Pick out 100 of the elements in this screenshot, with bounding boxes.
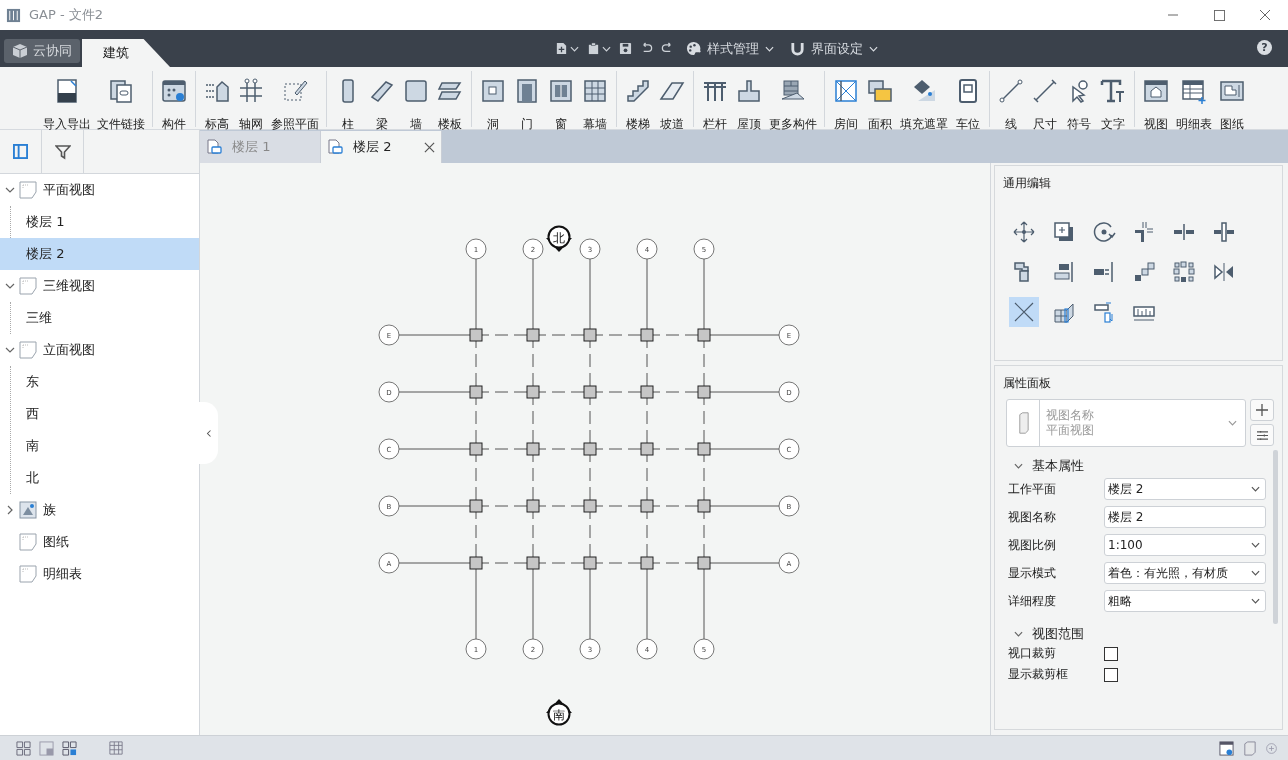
- ribbon-tab[interactable]: 建筑: [82, 39, 170, 67]
- new-file-icon[interactable]: [555, 42, 568, 55]
- close-icon[interactable]: [424, 141, 435, 153]
- view-tab[interactable]: 楼层 2: [321, 131, 442, 163]
- column-marker: [640, 442, 654, 456]
- add-button[interactable]: [1250, 399, 1274, 421]
- table-icon: [1180, 77, 1208, 105]
- chevron-down-icon[interactable]: [5, 345, 15, 355]
- close-icon: [1259, 9, 1271, 21]
- window-icon: [547, 77, 575, 105]
- circular-array-icon: [1172, 260, 1196, 284]
- tile-view-icon[interactable]: [62, 740, 77, 756]
- column-marker: [583, 556, 597, 570]
- property-label: 视图名称: [1008, 508, 1057, 526]
- redo-icon[interactable]: [661, 42, 674, 55]
- tree-item[interactable]: 族: [0, 494, 199, 526]
- caret-icon: [1251, 542, 1260, 548]
- menu-dropdown[interactable]: 样式管理: [680, 39, 780, 58]
- view-page-icon: [19, 341, 37, 359]
- save-icon[interactable]: [619, 42, 632, 55]
- section-header[interactable]: 基本属性: [995, 447, 1282, 475]
- column-marker: [640, 328, 654, 342]
- clipboard-icon[interactable]: [587, 42, 600, 55]
- property-label: 显示裁剪框: [1008, 666, 1069, 683]
- column-marker: [526, 499, 540, 513]
- dropdown-field[interactable]: 粗略: [1104, 590, 1266, 612]
- column-marker: [640, 385, 654, 399]
- dropdown-field[interactable]: 楼层 2: [1104, 478, 1266, 500]
- maximize-icon: [1213, 9, 1225, 21]
- column-marker: [526, 556, 540, 570]
- caret-icon: [570, 45, 579, 52]
- split-gap-icon: [1212, 220, 1236, 244]
- view-page-icon: [19, 277, 37, 295]
- stair-icon: [624, 77, 652, 105]
- column-marker: [697, 328, 711, 342]
- diagonal-array-icon: [1132, 260, 1156, 284]
- view-settings-icon[interactable]: [1219, 740, 1234, 756]
- dropdown-field[interactable]: 1:100: [1104, 534, 1266, 556]
- column-marker: [583, 328, 597, 342]
- edit-tool-button[interactable]: [1009, 297, 1039, 327]
- caret-icon: [1251, 598, 1260, 604]
- tree-item[interactable]: 三维视图: [0, 270, 199, 302]
- panel-title: 属性面板: [1002, 375, 1052, 392]
- column-icon: [1016, 411, 1030, 435]
- grid-view-icon[interactable]: [16, 740, 31, 756]
- menu-dropdown[interactable]: 界面设定: [784, 39, 884, 58]
- settings-button[interactable]: [1250, 424, 1274, 446]
- column-marker: [697, 385, 711, 399]
- column-marker: [469, 442, 483, 456]
- scrollbar[interactable]: [1273, 450, 1278, 624]
- type-value: 平面视图: [1046, 423, 1095, 438]
- property-label: 显示模式: [1008, 564, 1057, 582]
- tree-item[interactable]: 明细表: [0, 558, 199, 590]
- type-label: 视图名称: [1046, 408, 1095, 423]
- tree-item[interactable]: 西: [0, 398, 199, 430]
- text-field[interactable]: 楼层 2: [1104, 506, 1266, 528]
- plan-view-icon: [206, 139, 222, 155]
- tree-item[interactable]: 东: [0, 366, 199, 398]
- panel-title: 通用编辑: [1002, 175, 1052, 192]
- undo-icon[interactable]: [640, 42, 653, 55]
- help-button[interactable]: ?: [1257, 40, 1272, 55]
- tree-item[interactable]: 楼层 1: [0, 206, 199, 238]
- table-grid-icon[interactable]: [109, 741, 123, 755]
- filter-icon: [54, 143, 71, 160]
- tree-item[interactable]: 平面视图: [0, 174, 199, 206]
- checkbox[interactable]: [1104, 667, 1118, 682]
- caret-icon: [602, 45, 611, 52]
- section-header[interactable]: 视图范围: [995, 615, 1282, 643]
- mirror-icon: [1212, 260, 1236, 284]
- chevron-left-icon: [205, 428, 212, 438]
- tree-item[interactable]: 南: [0, 430, 199, 462]
- caret-icon: [1251, 570, 1260, 576]
- chevron-right-icon[interactable]: [5, 505, 15, 515]
- property-label: 详细程度: [1008, 592, 1057, 610]
- property-label: 视口裁剪: [1008, 645, 1057, 662]
- column-marker: [469, 556, 483, 570]
- column-marker: [526, 385, 540, 399]
- app-logo-icon: [6, 7, 21, 23]
- tree-item[interactable]: 图纸: [0, 526, 199, 558]
- tree-item[interactable]: 北: [0, 462, 199, 494]
- palette-icon: [686, 41, 701, 56]
- chevron-down-icon[interactable]: [5, 185, 15, 195]
- caret-icon: [1014, 463, 1023, 469]
- tree-item[interactable]: 三维: [0, 302, 199, 334]
- opening-icon: [479, 77, 507, 105]
- tree-item[interactable]: 楼层 2: [0, 238, 199, 270]
- checkbox[interactable]: [1104, 646, 1118, 661]
- collapse-handle[interactable]: [199, 402, 218, 464]
- chevron-down-icon[interactable]: [5, 281, 15, 291]
- caret-icon: [765, 45, 774, 52]
- dropdown-field[interactable]: 着色：有光照，有材质: [1104, 562, 1266, 584]
- column-marker: [469, 499, 483, 513]
- tree-item[interactable]: 立面视图: [0, 334, 199, 366]
- cloud-collab-button[interactable]: 云协同: [4, 39, 80, 63]
- property-label: 工作平面: [1008, 480, 1057, 498]
- sliders-icon: [1256, 429, 1268, 441]
- component-icon: [160, 77, 188, 105]
- column-marker: [640, 499, 654, 513]
- column-marker: [583, 385, 597, 399]
- caret-icon: [869, 45, 878, 52]
